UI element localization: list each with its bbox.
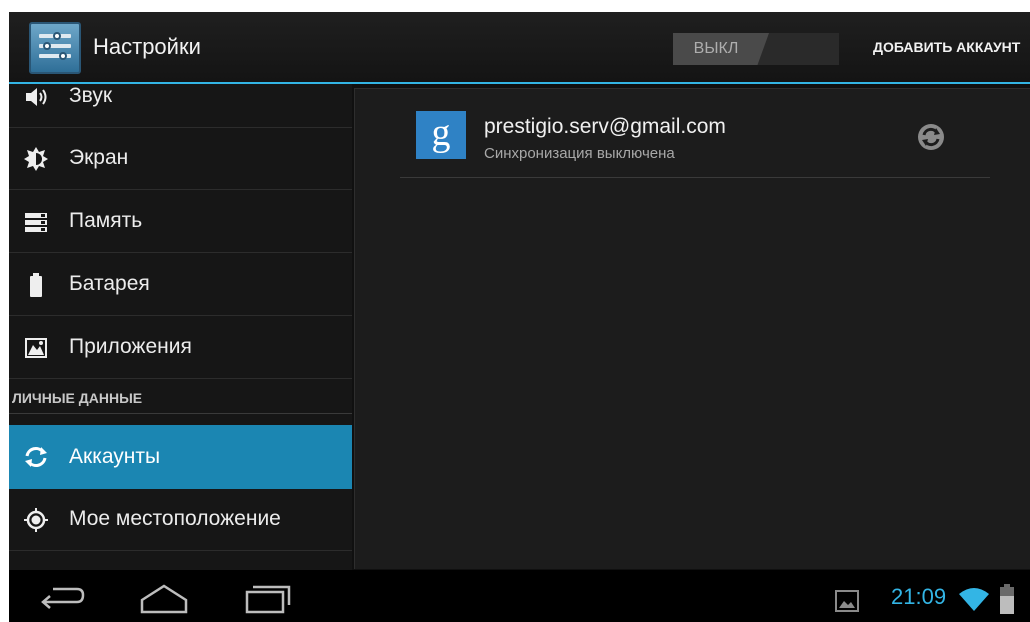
battery-icon (30, 273, 42, 297)
sync-icon (25, 447, 47, 467)
settings-app-icon[interactable] (29, 22, 81, 74)
sidebar-item-label: Батарея (69, 272, 150, 295)
sidebar-item-screen[interactable]: Экран (9, 128, 352, 190)
google-account-icon: g (416, 111, 466, 159)
storage-icon (25, 213, 47, 232)
sidebar-item-battery[interactable]: Батарея (9, 254, 352, 316)
apps-icon (25, 338, 47, 358)
sidebar-item-accounts[interactable]: Аккаунты (9, 425, 352, 489)
location-icon (24, 508, 48, 532)
settings-sidebar: Звук Экран Память Батарея Приложения ЛИЧ… (9, 84, 352, 570)
sidebar-item-memory[interactable]: Память (9, 191, 352, 253)
sidebar-item-sound[interactable]: Звук (9, 84, 352, 128)
account-sync-status: Синхронизация выключена (484, 145, 675, 162)
sidebar-item-partial[interactable] (9, 552, 352, 570)
battery-status-icon (1000, 584, 1014, 614)
screen: Настройки ВЫКЛ ДОБАВИТЬ АККАУНТ Звук Экр… (9, 12, 1030, 622)
sidebar-item-location[interactable]: Мое местоположение (9, 489, 352, 551)
sidebar-item-apps[interactable]: Приложения (9, 317, 352, 379)
sidebar-item-label: Звук (69, 84, 113, 107)
wifi-icon (959, 588, 989, 611)
home-icon[interactable] (134, 580, 194, 616)
accounts-pane: g prestigio.serv@gmail.com Синхронизация… (354, 88, 1030, 569)
switch-label: ВЫКЛ (693, 40, 739, 57)
add-account-button[interactable]: ДОБАВИТЬ АККАУНТ (873, 39, 1020, 55)
sidebar-item-label: Память (69, 209, 143, 232)
brightness-icon (24, 147, 48, 171)
account-row[interactable]: g prestigio.serv@gmail.com Синхронизация… (400, 99, 990, 178)
section-header-personal: ЛИЧНЫЕ ДАННЫЕ (9, 380, 352, 414)
action-bar: Настройки ВЫКЛ ДОБАВИТЬ АККАУНТ (9, 12, 1030, 84)
sync-toggle-switch[interactable]: ВЫКЛ (673, 33, 839, 65)
sidebar-item-label: Мое местоположение (69, 507, 281, 530)
sidebar-item-label: Аккаунты (69, 445, 161, 468)
page-title: Настройки (93, 34, 201, 59)
back-icon[interactable] (31, 580, 91, 616)
clock[interactable]: 21:09 (891, 584, 946, 610)
volume-icon (26, 88, 47, 106)
account-email: prestigio.serv@gmail.com (484, 115, 726, 138)
system-nav-bar: 21:09 (9, 570, 1030, 622)
sync-status-icon (918, 124, 944, 150)
recent-apps-icon[interactable] (237, 580, 297, 616)
sidebar-item-label: Экран (69, 146, 129, 169)
sidebar-item-label: Приложения (69, 335, 192, 358)
screenshot-notification-icon[interactable] (835, 590, 859, 612)
section-header-label: ЛИЧНЫЕ ДАННЫЕ (12, 390, 143, 406)
